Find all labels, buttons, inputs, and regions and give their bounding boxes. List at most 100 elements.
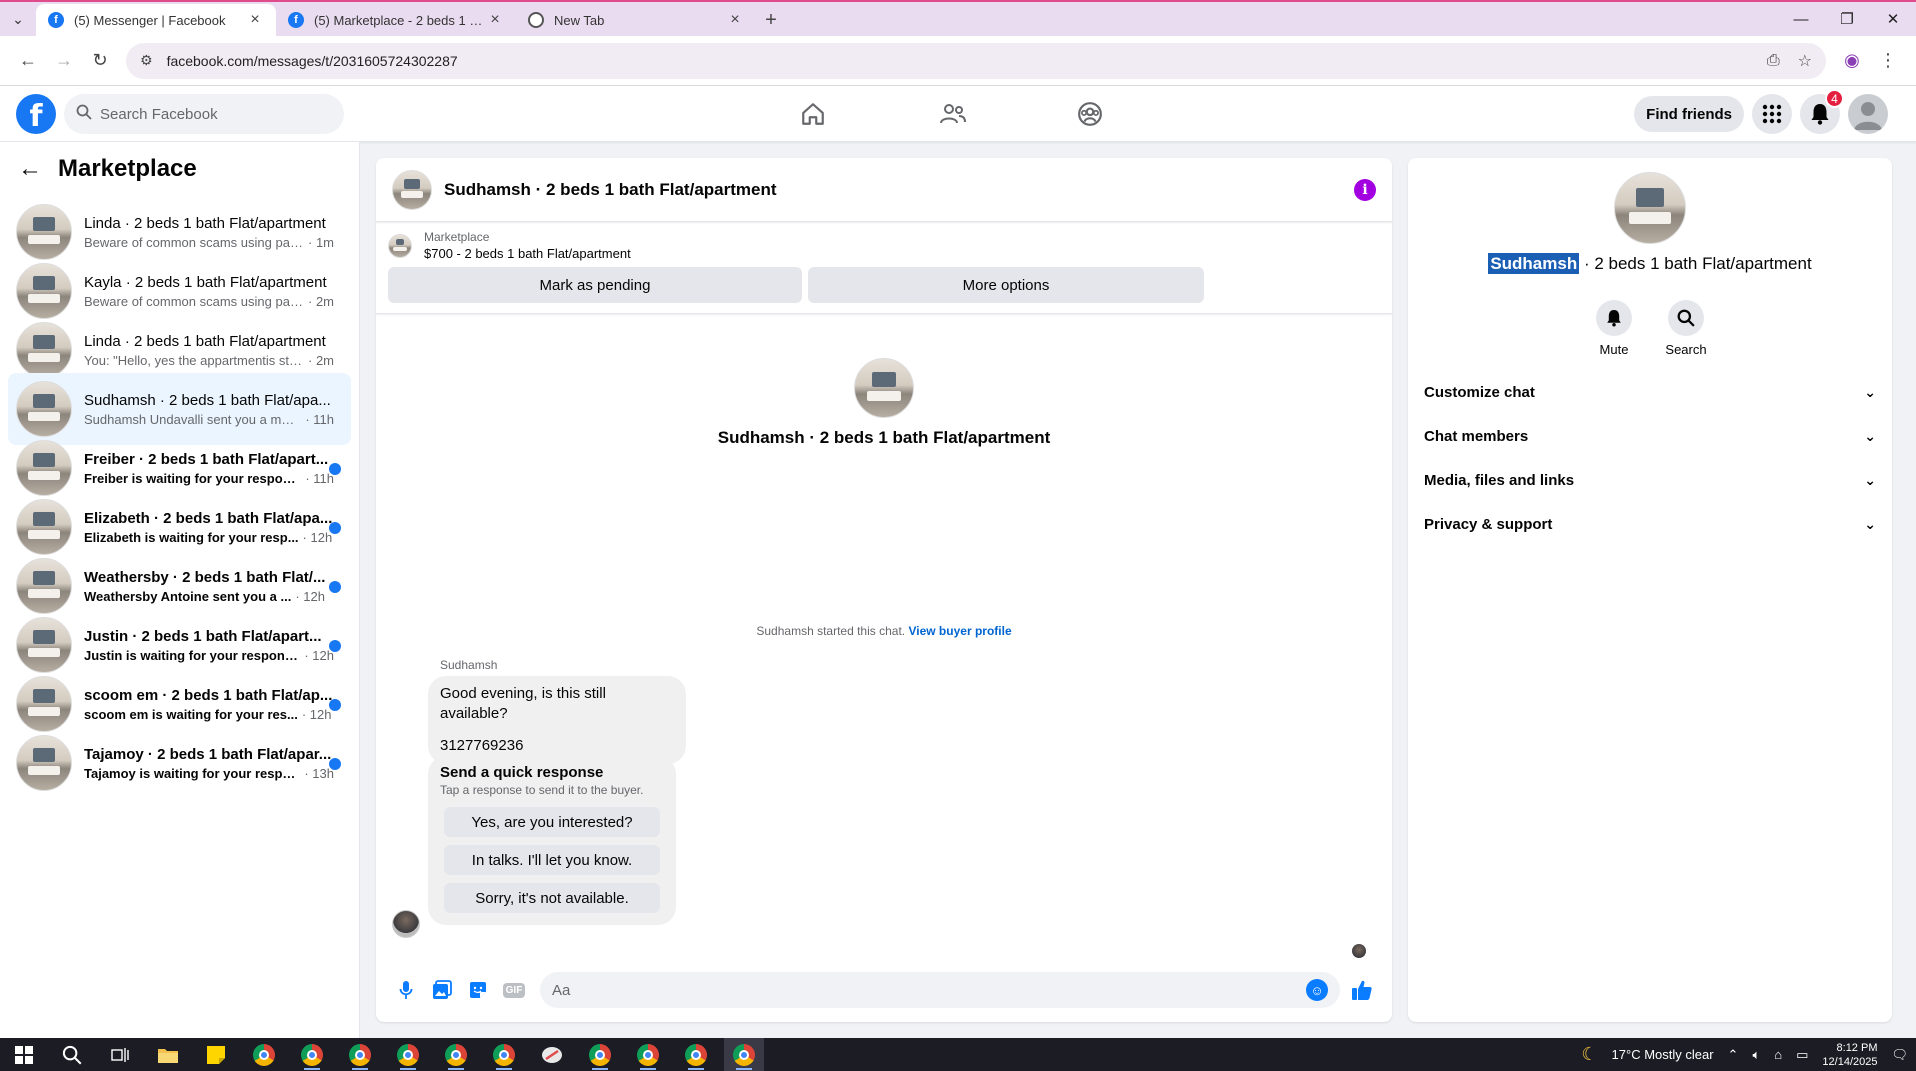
close-tab-icon[interactable]: × — [486, 11, 504, 29]
sticker-icon[interactable] — [460, 972, 496, 1008]
quick-response-button[interactable]: In talks. I'll let you know. — [444, 845, 660, 875]
chrome-profile-icon[interactable] — [724, 1038, 764, 1071]
weather-text[interactable]: 17°C Mostly clear — [1612, 1047, 1714, 1062]
more-options-button[interactable]: More options — [808, 267, 1204, 303]
view-buyer-profile-link[interactable]: View buyer profile — [908, 624, 1011, 638]
notifications-bell-icon[interactable]: 4 — [1800, 89, 1844, 134]
network-icon[interactable]: ⌂ — [1774, 1047, 1782, 1062]
unread-dot-icon — [329, 699, 341, 711]
chat-title[interactable]: Sudhamsh · 2 beds 1 bath Flat/apartment — [444, 180, 1354, 200]
friends-nav-icon[interactable] — [897, 86, 1009, 142]
tab-messenger[interactable]: f (5) Messenger | Facebook × — [36, 4, 276, 36]
media-files-links-section[interactable]: Media, files and links ⌄ — [1416, 458, 1884, 502]
menu-grid-icon[interactable] — [1752, 94, 1792, 134]
conversation-preview: Freiber is waiting for your respon... — [84, 470, 302, 486]
search-input[interactable] — [100, 105, 320, 123]
chrome-profile-icon[interactable] — [340, 1038, 380, 1071]
weather-moon-icon[interactable]: ☾ — [1581, 1044, 1597, 1065]
quick-response-button[interactable]: Sorry, it's not available. — [444, 883, 660, 913]
file-explorer-icon[interactable] — [148, 1038, 188, 1071]
groups-nav-icon[interactable] — [1034, 86, 1146, 142]
close-window-icon[interactable]: ✕ — [1870, 2, 1916, 36]
intro-avatar[interactable] — [854, 358, 914, 418]
facebook-search-box[interactable] — [64, 94, 344, 134]
windows-start-icon[interactable] — [4, 1038, 44, 1071]
gif-icon[interactable]: GIF — [496, 972, 532, 1008]
conversation-time: · 11h — [305, 411, 334, 427]
sticky-notes-icon[interactable] — [196, 1038, 236, 1071]
quick-response-button[interactable]: Yes, are you interested? — [444, 807, 660, 837]
chrome-logo — [589, 1043, 611, 1066]
tab-new-tab[interactable]: New Tab × — [516, 4, 756, 36]
chrome-icon[interactable] — [244, 1038, 284, 1071]
forward-arrow-icon[interactable]: → — [46, 43, 82, 79]
back-arrow-icon[interactable]: ← — [18, 155, 42, 183]
bell-icon[interactable] — [1596, 300, 1632, 336]
thumbs-up-icon[interactable] — [1344, 972, 1380, 1008]
sender-avatar[interactable] — [392, 910, 420, 938]
restore-icon[interactable]: ❐ — [1824, 2, 1870, 36]
search-icon[interactable] — [1668, 300, 1704, 336]
incoming-message-bubble[interactable]: Good evening, is this still available? 3… — [428, 676, 686, 764]
facebook-logo-icon[interactable]: f — [16, 94, 56, 134]
microphone-icon[interactable] — [388, 972, 424, 1008]
privacy-support-section[interactable]: Privacy & support ⌄ — [1416, 502, 1884, 546]
mark-as-pending-button[interactable]: Mark as pending — [388, 267, 802, 303]
search-action[interactable]: Search — [1665, 300, 1707, 357]
chrome-profile-icon[interactable] — [436, 1038, 476, 1071]
close-tab-icon[interactable]: × — [726, 11, 744, 29]
listing-row[interactable]: Marketplace $700 - 2 beds 1 bath Flat/ap… — [388, 230, 1380, 261]
customize-chat-section[interactable]: Customize chat ⌄ — [1416, 370, 1884, 414]
url-text[interactable]: facebook.com/messages/t/2031605724302287 — [167, 53, 1749, 69]
back-arrow-icon[interactable]: ← — [10, 43, 46, 79]
chat-members-section[interactable]: Chat members ⌄ — [1416, 414, 1884, 458]
minimize-icon[interactable]: — — [1778, 2, 1824, 36]
mute-action[interactable]: Mute — [1596, 300, 1632, 357]
message-input[interactable] — [552, 981, 1306, 999]
browser-tab-bar: ⌄ f (5) Messenger | Facebook × f (5) Mar… — [0, 0, 1916, 36]
install-app-icon[interactable]: ⎙ — [1767, 52, 1780, 70]
account-avatar[interactable] — [1848, 94, 1888, 134]
chrome-profile-icon[interactable] — [676, 1038, 716, 1071]
chrome-profile-icon[interactable] — [484, 1038, 524, 1071]
chat-panel: Sudhamsh · 2 beds 1 bath Flat/apartment … — [376, 158, 1392, 1022]
omnibox[interactable]: ⚙ facebook.com/messages/t/20316057243022… — [126, 42, 1826, 79]
tab-search-chevron-icon[interactable]: ⌄ — [0, 2, 36, 36]
selected-name-text[interactable]: Sudhamsh — [1488, 253, 1580, 274]
chrome-profile-icon[interactable] — [628, 1038, 668, 1071]
conversation-preview-row: scoom em is waiting for your res... · 12h — [84, 707, 334, 722]
taskbar-clock[interactable]: 8:12 PM 12/14/2025 — [1822, 1041, 1877, 1069]
conversation-avatar — [16, 322, 72, 378]
conversation-row[interactable]: Tajamoy · 2 beds 1 bath Flat/apar... Taja… — [8, 727, 351, 799]
notification-center-icon[interactable]: 🗨︎ — [1891, 1047, 1908, 1063]
tray-chevron-up-icon[interactable]: ⌃ — [1728, 1047, 1739, 1063]
volume-icon[interactable]: 🔈︎ — [1752, 1047, 1760, 1063]
info-avatar[interactable] — [1614, 172, 1686, 244]
new-tab-plus-icon[interactable]: + — [756, 4, 786, 36]
site-info-icon[interactable]: ⚙ — [140, 52, 153, 69]
chat-avatar[interactable] — [392, 169, 432, 210]
search-icon[interactable] — [52, 1038, 92, 1071]
tab-title: (5) Marketplace - 2 beds 1 bath — [314, 12, 486, 28]
message-input-box[interactable]: ☺ — [540, 972, 1340, 1008]
profile-extension-icon[interactable]: ◉ — [1834, 43, 1870, 79]
bookmark-star-icon[interactable]: ☆ — [1798, 51, 1812, 71]
conversation-avatar — [16, 204, 72, 260]
snipping-tool-icon[interactable] — [532, 1038, 572, 1071]
chrome-profile-icon[interactable] — [292, 1038, 332, 1071]
emoji-icon[interactable]: ☺ — [1306, 979, 1328, 1001]
chrome-profile-icon[interactable] — [388, 1038, 428, 1071]
task-view-icon[interactable] — [100, 1038, 140, 1071]
chrome-profile-icon[interactable] — [580, 1038, 620, 1071]
home-nav-icon[interactable] — [757, 86, 869, 142]
listing-thumbnail — [388, 233, 412, 258]
close-tab-icon[interactable]: × — [246, 11, 264, 29]
battery-icon[interactable]: ▭ — [1796, 1047, 1808, 1063]
photo-icon[interactable] — [424, 972, 460, 1008]
tab-marketplace[interactable]: f (5) Marketplace - 2 beds 1 bath × — [276, 4, 516, 36]
chat-info-panel: Sudhamsh · 2 beds 1 bath Flat/apartment … — [1408, 158, 1892, 1022]
menu-kebab-icon[interactable]: ⋮ — [1870, 43, 1906, 79]
reload-icon[interactable]: ↻ — [82, 43, 118, 79]
info-icon[interactable]: i — [1354, 178, 1376, 201]
find-friends-button[interactable]: Find friends — [1634, 96, 1744, 132]
